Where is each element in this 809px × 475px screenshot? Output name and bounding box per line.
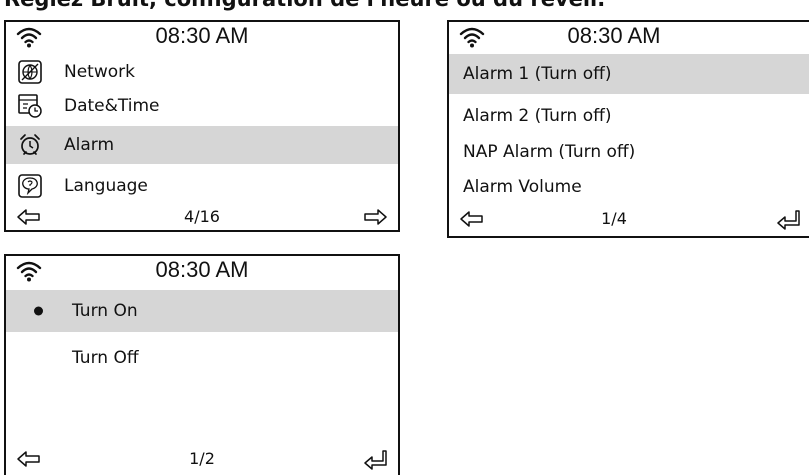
menu-item-date-time[interactable]: Date&Time (6, 90, 398, 122)
page-indicator: 4/16 (184, 207, 220, 226)
menu-item-alarm[interactable]: Alarm (6, 126, 398, 164)
alarm-item-label: Alarm 1 (Turn off) (463, 64, 612, 84)
clock: 08:30 AM (567, 23, 661, 48)
option-label: Turn On (72, 301, 138, 321)
menu-item-label: Language (64, 176, 148, 196)
forward-arrow-icon[interactable] (362, 206, 388, 228)
menu-item-label: Network (64, 62, 135, 82)
menu-item-label: Alarm (64, 135, 115, 155)
alarm-clock-icon (20, 134, 40, 155)
menu-item-label: Date&Time (64, 96, 160, 116)
alarm-item-1[interactable]: Alarm 1 (Turn off) (449, 54, 809, 94)
alarm-item-label: NAP Alarm (Turn off) (463, 142, 636, 162)
page-indicator: 1/4 (601, 209, 627, 228)
footer: 1/4 (449, 208, 809, 234)
alarm-item-label: Alarm Volume (463, 177, 582, 197)
option-turn-off[interactable]: Turn Off (6, 338, 398, 378)
nap-alarm-item[interactable]: NAP Alarm (Turn off) (449, 134, 809, 170)
clock: 08:30 AM (155, 257, 249, 282)
settings-screen: 08:30 AM Network Date&Time Alarm Languag… (4, 20, 400, 232)
menu-item-network[interactable]: Network (6, 56, 398, 88)
alarm-volume-item[interactable]: Alarm Volume (449, 170, 809, 204)
speech-bubble-icon (18, 174, 42, 198)
clock: 08:30 AM (155, 23, 249, 48)
status-bar: 08:30 AM (449, 22, 809, 56)
network-icon (18, 60, 42, 84)
caption: Réglez Bruit, configuration de l'heure o… (4, 0, 605, 11)
calendar-clock-icon (18, 94, 42, 118)
enter-icon[interactable] (775, 208, 801, 230)
page-indicator: 1/2 (189, 449, 215, 468)
menu-item-language[interactable]: Language (6, 170, 398, 202)
option-label: Turn Off (72, 348, 139, 368)
footer: 4/16 (6, 206, 398, 232)
turn-on-off-screen: 08:30 AM Turn On Turn Off 1/2 (4, 254, 400, 475)
alarm-item-2[interactable]: Alarm 2 (Turn off) (449, 98, 809, 134)
selected-bullet-icon (34, 306, 43, 316)
alarm-item-label: Alarm 2 (Turn off) (463, 106, 612, 126)
option-turn-on[interactable]: Turn On (6, 290, 398, 332)
status-bar: 08:30 AM (6, 256, 398, 290)
alarm-screen: 08:30 AM Alarm 1 (Turn off) Alarm 2 (Tur… (447, 20, 809, 238)
footer: 1/2 (6, 448, 398, 474)
status-bar: 08:30 AM (6, 22, 398, 56)
enter-icon[interactable] (362, 448, 388, 470)
